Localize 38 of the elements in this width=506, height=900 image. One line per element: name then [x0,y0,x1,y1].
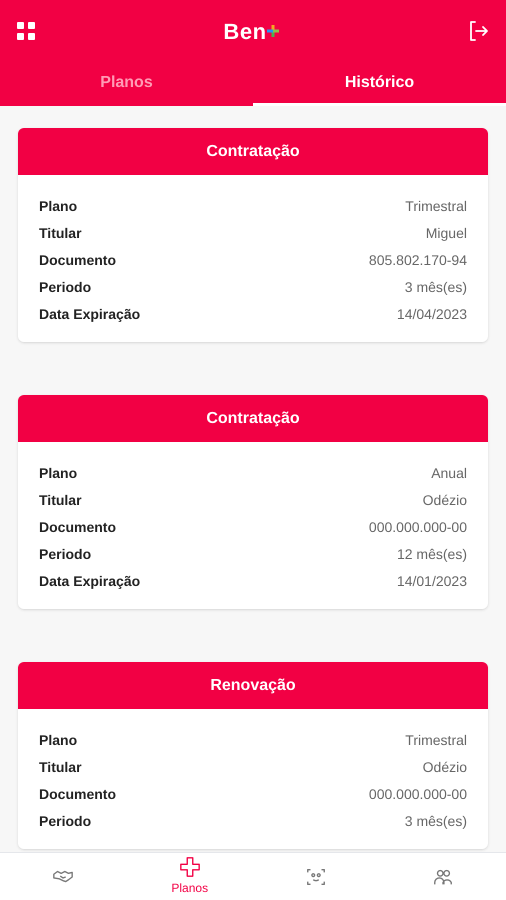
field-value: 14/04/2023 [396,305,467,324]
field-value: Odézio [422,491,467,510]
field-label: Periodo [39,278,92,297]
field-label: Titular [39,491,82,510]
field-label: Plano [39,197,78,216]
field-label: Periodo [39,545,92,564]
field-label: Titular [39,224,82,243]
field-value: Trimestral [405,731,467,750]
card-title: Contratação [18,128,488,175]
field-value: 3 mês(es) [404,812,467,831]
field-value: 805.802.170-94 [368,251,467,270]
field-label: Documento [39,518,116,537]
grid-menu-icon[interactable] [16,21,36,41]
field-value: Miguel [426,224,467,243]
field-value: Odézio [422,758,467,777]
field-label: Plano [39,464,78,483]
field-value: 3 mês(es) [404,278,467,297]
field-label: Plano [39,731,78,750]
field-label: Periodo [39,812,92,831]
field-value: 12 mês(es) [396,545,467,564]
card-title: Contratação [18,395,488,442]
app-logo: Ben [223,18,267,46]
tab[interactable]: Histórico [253,62,506,106]
field-label: Data Expiração [39,305,140,324]
field-value: 000.000.000-00 [368,518,467,537]
tab[interactable]: Planos [0,62,253,106]
field-label: Titular [39,758,82,777]
field-label: Data Expiração [39,572,140,591]
field-label: Documento [39,785,116,804]
plus-icon [178,856,201,878]
plus-icon [266,25,279,37]
card-title: Renovação [18,662,488,709]
nav-item[interactable]: Planos [126,853,253,900]
field-value: 14/01/2023 [396,572,467,591]
field-label: Documento [39,251,116,270]
field-value: Anual [431,464,467,483]
field-value: 000.000.000-00 [368,785,467,804]
field-value: Trimestral [405,197,467,216]
